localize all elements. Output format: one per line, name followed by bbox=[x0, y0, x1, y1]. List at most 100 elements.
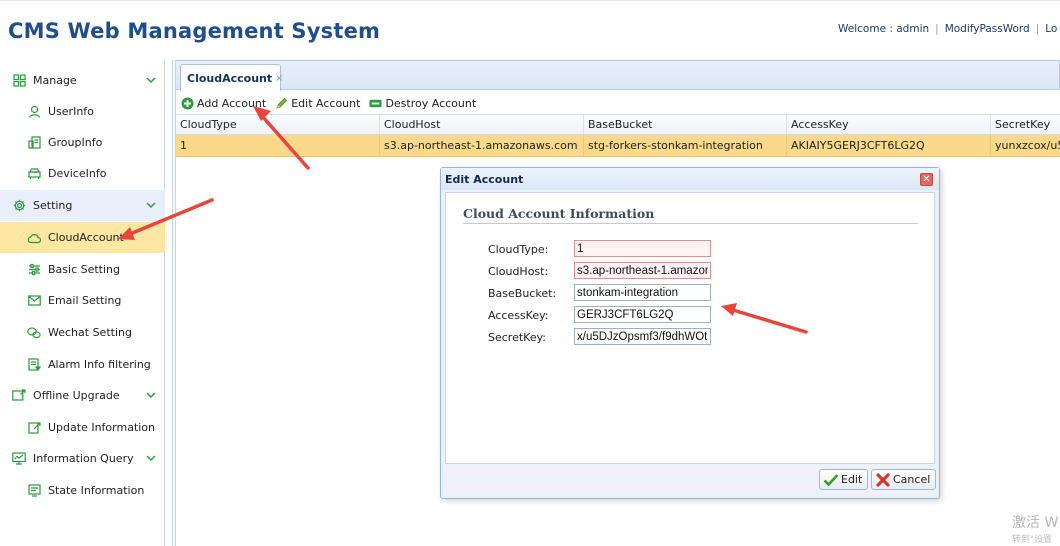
sidebar-item-label: Update Information bbox=[48, 421, 156, 434]
sidebar-group-manage[interactable]: Manage bbox=[0, 65, 165, 96]
sidebar-item-label: Basic Setting bbox=[48, 263, 121, 276]
cloudtype-label: CloudType: bbox=[488, 243, 549, 256]
sidebar-item-label: UserInfo bbox=[48, 105, 94, 118]
cancel-icon bbox=[875, 472, 891, 487]
sidebar-item-email-setting[interactable]: Email Setting bbox=[0, 285, 165, 316]
modify-password-link[interactable]: ModifyPassWord bbox=[945, 23, 1030, 35]
sidebar-group-information-query[interactable]: Information Query bbox=[0, 443, 165, 474]
accounts-table: CloudType CloudHost BaseBucket AccessKey… bbox=[176, 114, 1060, 157]
table-cell: stg-forkers-stonkam-integration bbox=[584, 135, 787, 156]
divider bbox=[463, 223, 918, 224]
edit-account-button[interactable]: Edit Account bbox=[275, 97, 360, 110]
sidebar-item-state-information[interactable]: State Information bbox=[0, 475, 165, 506]
sidebar-item-basic-setting[interactable]: Basic Setting bbox=[0, 254, 165, 285]
sidebar-item-label: Alarm Info filtering bbox=[48, 358, 151, 371]
watermark-subtext: 转到"设置 bbox=[1012, 535, 1053, 545]
destroy-account-button[interactable]: Destroy Account bbox=[369, 97, 476, 110]
cancel-button[interactable]: Cancel bbox=[871, 469, 937, 490]
query-icon bbox=[12, 452, 26, 466]
sidebar-item-cloudaccount[interactable]: CloudAccount bbox=[0, 222, 165, 253]
tab-bar: CloudAccount × bbox=[176, 60, 1060, 91]
upgrade-icon bbox=[12, 389, 26, 403]
group-icon bbox=[27, 136, 41, 150]
column-header-basebucket[interactable]: BaseBucket bbox=[584, 115, 787, 134]
accesskey-label: AccessKey: bbox=[488, 309, 549, 322]
sidebar-group-label: Manage bbox=[33, 74, 77, 87]
add-icon bbox=[181, 97, 194, 110]
pencil-icon bbox=[275, 97, 288, 110]
add-account-label: Add Account bbox=[197, 96, 267, 110]
remove-icon bbox=[369, 97, 382, 110]
table-header: CloudType CloudHost BaseBucket AccessKey… bbox=[176, 114, 1060, 135]
sidebar-group-offline-upgrade[interactable]: Offline Upgrade bbox=[0, 380, 165, 411]
dialog-titlebar[interactable]: Edit Account ✕ bbox=[441, 168, 939, 190]
cloudhost-input[interactable] bbox=[574, 262, 711, 279]
tab-cloudaccount[interactable]: CloudAccount × bbox=[180, 64, 284, 91]
table-cell: 1 bbox=[176, 135, 380, 156]
app-window: CMS Web Management System Welcome : admi… bbox=[0, 0, 1060, 546]
welcome-text: Welcome : admin bbox=[838, 23, 930, 35]
chevron-down-icon[interactable] bbox=[145, 200, 157, 210]
sidebar-item-label: GroupInfo bbox=[48, 136, 103, 149]
divider: | bbox=[1035, 23, 1040, 35]
state-icon bbox=[27, 484, 41, 498]
table-row[interactable]: 1 s3.ap-northeast-1.amazonaws.com stg-fo… bbox=[176, 135, 1060, 157]
dialog-footer: Edit Cancel bbox=[445, 466, 937, 494]
tab-label: CloudAccount bbox=[187, 71, 273, 85]
grid-icon bbox=[12, 74, 26, 88]
cloud-icon bbox=[27, 231, 41, 245]
sidebar-group-label: Offline Upgrade bbox=[33, 389, 120, 402]
table-cell: yunxzcox/u5 bbox=[995, 139, 1060, 152]
logout-link[interactable]: Lo bbox=[1045, 23, 1057, 35]
user-bar: Welcome : admin | ModifyPassWord | Lo bbox=[838, 23, 1057, 35]
sidebar-item-deviceinfo[interactable]: DeviceInfo bbox=[0, 158, 165, 189]
toolbar: Add Account Edit Account Destroy Account bbox=[176, 92, 1060, 114]
sidebar-item-groupinfo[interactable]: GroupInfo bbox=[0, 127, 165, 158]
sidebar-item-label: Email Setting bbox=[48, 294, 122, 307]
sidebar-item-wechat-setting[interactable]: Wechat Setting bbox=[0, 317, 165, 348]
accesskey-input[interactable] bbox=[574, 306, 711, 323]
sidebar-group-label: Information Query bbox=[33, 452, 134, 465]
sidebar-group-label: Setting bbox=[33, 199, 73, 212]
close-icon[interactable]: ✕ bbox=[920, 173, 933, 186]
sidebar-item-label: CloudAccount bbox=[48, 231, 124, 244]
sidebar: Manage UserInfo GroupInfo DeviceInfo Set… bbox=[0, 60, 165, 546]
dialog-title: Edit Account bbox=[445, 173, 524, 186]
add-account-button[interactable]: Add Account bbox=[181, 97, 266, 110]
sidebar-group-setting[interactable]: Setting bbox=[0, 190, 165, 221]
section-title: Cloud Account Information bbox=[463, 206, 655, 221]
sidebar-item-userinfo[interactable]: UserInfo bbox=[0, 96, 165, 127]
edit-account-label: Edit Account bbox=[291, 96, 361, 110]
chevron-down-icon[interactable] bbox=[145, 390, 157, 400]
app-title: CMS Web Management System bbox=[8, 19, 381, 43]
cloudtype-input[interactable] bbox=[574, 240, 711, 257]
edit-button[interactable]: Edit bbox=[819, 469, 869, 490]
column-header-secretkey[interactable]: SecretKey bbox=[991, 115, 1060, 134]
alarm-filter-icon bbox=[27, 358, 41, 372]
column-header-cloudhost[interactable]: CloudHost bbox=[380, 115, 584, 134]
wechat-icon bbox=[27, 326, 41, 340]
cloudhost-label: CloudHost: bbox=[488, 265, 549, 278]
sidebar-item-label: State Information bbox=[48, 484, 145, 497]
table-cell: AKIAIY5GERJ3CFT6LG2Q bbox=[787, 135, 991, 156]
sliders-icon bbox=[27, 263, 41, 277]
user-icon bbox=[27, 105, 41, 119]
basebucket-input[interactable] bbox=[574, 284, 711, 301]
sidebar-item-alarm-info-filtering[interactable]: Alarm Info filtering bbox=[0, 349, 165, 380]
destroy-account-label: Destroy Account bbox=[385, 96, 477, 110]
edit-account-dialog: Edit Account ✕ Cloud Account Information… bbox=[440, 167, 940, 499]
gear-icon bbox=[12, 199, 26, 213]
column-header-accesskey[interactable]: AccessKey bbox=[787, 115, 991, 134]
sidebar-item-update-information[interactable]: Update Information bbox=[0, 412, 165, 443]
column-header-cloudtype[interactable]: CloudType bbox=[176, 115, 380, 134]
close-icon[interactable]: × bbox=[275, 73, 283, 84]
dialog-body: Cloud Account Information CloudType: Clo… bbox=[445, 192, 935, 464]
update-icon bbox=[27, 421, 41, 435]
chevron-down-icon[interactable] bbox=[145, 453, 157, 463]
edit-button-label: Edit bbox=[841, 473, 863, 486]
secretkey-label: SecretKey: bbox=[488, 331, 547, 344]
device-icon bbox=[27, 167, 41, 181]
secretkey-input[interactable] bbox=[574, 328, 711, 345]
sidebar-item-label: DeviceInfo bbox=[48, 167, 107, 180]
chevron-down-icon[interactable] bbox=[145, 75, 157, 85]
